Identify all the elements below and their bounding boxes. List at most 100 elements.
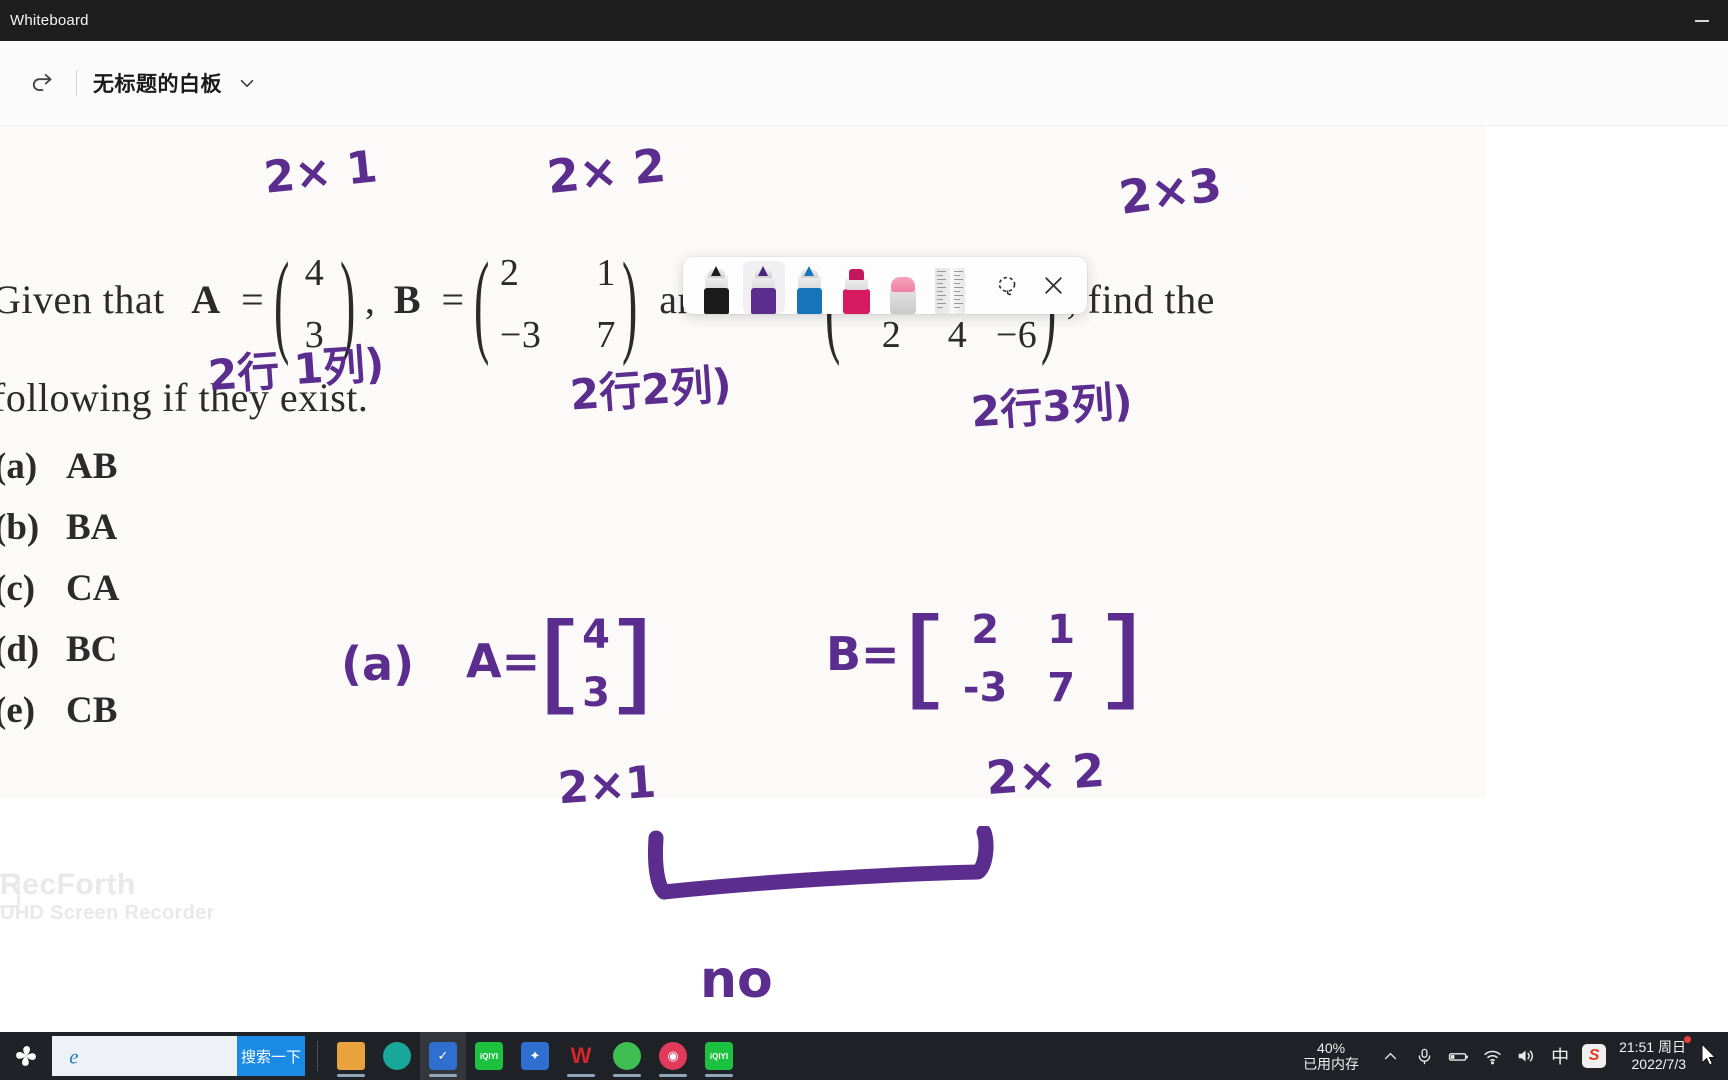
tray-expand-button[interactable] [1373,1032,1407,1080]
wps-icon: W [570,1043,592,1068]
kuaishou-icon: ✦ [521,1042,549,1070]
sogou-icon: S [1582,1044,1607,1068]
matrix-B: ( 2 1 −3 7 ) [474,237,638,368]
wechat-icon [613,1042,641,1070]
taskbar-app-whiteboard[interactable]: ✓ [420,1032,466,1080]
ime-indicator[interactable]: 中 [1543,1032,1577,1080]
list-item-label: (d) [0,629,40,670]
annotation-rowcol-C: 2行3列) [969,376,1135,437]
list-item-expr: BC [66,629,118,670]
start-button[interactable] [0,1042,52,1070]
battery-icon [1448,1052,1468,1061]
matrix-B-label: B [393,277,422,323]
annotation-underbrace-stroke [648,826,994,900]
memory-usage-indicator[interactable]: 40% 已用内存 [1303,1040,1359,1072]
document-title[interactable]: 无标题的白板 [93,68,222,98]
list-item-expr: BA [66,507,118,548]
annotation-dim-A-top: 2× 1 [261,141,380,204]
list-item-expr: CB [66,690,118,731]
taskbar-app-browser-circle[interactable] [374,1032,420,1080]
chevron-up-icon [1384,1052,1396,1059]
clock-date: 2022/7/3 [1631,1056,1687,1072]
list-item-label: (e) [0,690,36,731]
speaker-icon [1518,1050,1534,1062]
taskbar-app-recorder[interactable]: ◉ [650,1032,696,1080]
toolbar-divider [76,70,77,96]
annotation-work-matrix-A: [ 4 3 ] [537,601,656,727]
annotation-dim-C-top: 2×3 [1115,157,1225,225]
notification-dot [1684,1036,1691,1044]
tool-pen-black[interactable] [693,257,740,314]
system-tray: 40% 已用内存 中 S 21:51 周日 2022/7/3 [1303,1032,1728,1080]
tool-highlighter-magenta[interactable] [833,257,880,314]
annotation-work-B-cell-2: -3 [962,665,1008,711]
whiteboard-canvas[interactable]: Given that A = ( 4 3 ) , B = ( 2 1 −3 7 … [0,126,1728,1032]
list-item-label: (b) [0,507,40,548]
matrix-A-cell-0: 4 [304,252,325,294]
search-submit-button[interactable]: 搜索一下 [237,1036,305,1076]
document-toolbar: 无标题的白板 [0,41,1728,126]
tool-pen-blue[interactable] [787,257,834,314]
annotation-dim-B-work: 2× 2 [984,742,1107,806]
tool-pen-purple[interactable] [740,257,787,314]
annotation-rowcol-A: 2行 1列) [206,338,386,401]
minimize-button[interactable] [1676,0,1728,41]
annotation-dim-B-top: 2× 2 [544,137,669,205]
eraser-icon [890,274,917,314]
printed-find-the: , find the [1066,277,1215,323]
annotation-rowcol-B: 2行2列) [568,359,734,420]
wifi-icon [1483,1050,1501,1064]
tool-eraser[interactable] [880,257,927,314]
document-title-menu[interactable] [236,72,258,94]
browser-circle-icon [383,1042,411,1070]
bracket-close-A: ] [606,601,656,727]
memory-usage-value: 40% [1317,1039,1346,1056]
taskbar-app-iqiyi-2[interactable]: iQIYI [696,1032,742,1080]
annotation-note-no: no [700,950,773,1010]
scanned-page-image: Given that A = ( 4 3 ) , B = ( 2 1 −3 7 … [0,126,1486,924]
taskbar-app-wechat[interactable] [604,1032,650,1080]
comma-after-A: , [364,277,376,323]
lasso-select-button[interactable] [984,257,1031,314]
list-item: (a) AB [0,436,119,497]
iqiyi-icon: iQIYI [475,1042,503,1070]
microphone-button[interactable] [1407,1032,1441,1080]
tool-ruler[interactable] [927,257,974,314]
close-toolbar-button[interactable] [1030,257,1077,314]
running-indicator [567,1074,595,1077]
redo-icon [32,73,52,91]
running-indicator [613,1074,641,1077]
clock-datetime[interactable]: 21:51 周日 2022/7/3 [1619,1036,1691,1073]
paren-close-B: ) [621,237,638,368]
minimize-icon [1695,19,1709,22]
taskbar-app-file-explorer[interactable] [328,1032,374,1080]
taskbar-app-iqiyi[interactable]: iQIYI [466,1032,512,1080]
list-item: (b) BA [0,497,119,558]
paren-open-B: ( [474,237,490,368]
pen-toolbar[interactable] [683,257,1087,314]
taskbar-app-wps[interactable]: W [558,1032,604,1080]
taskbar-app-kuaishou[interactable]: ✦ [512,1032,558,1080]
bracket-open-B: [ [901,596,951,722]
recorder-icon: ◉ [659,1042,687,1070]
annotation-work-A-cells: 4 3 [582,606,610,722]
equals-A: = [241,277,265,323]
watermark-title: RecForth [0,868,136,901]
sogou-input-button[interactable]: S [1577,1032,1611,1080]
wifi-button[interactable] [1475,1032,1509,1080]
svg-text:e: e [69,1047,78,1069]
printed-given-that: Given that [0,277,165,323]
microphone-icon [1418,1048,1430,1064]
matrix-B-cells: 2 1 −3 7 [494,242,618,366]
annotation-work-B-cell-0: 2 [971,607,1000,653]
battery-button[interactable] [1441,1032,1475,1080]
list-item-expr: AB [66,446,118,487]
redo-button[interactable] [22,62,64,104]
list-item-label: (c) [0,568,36,609]
window-title-bar: Whiteboard [0,0,1728,41]
bracket-close-B: ] [1095,596,1145,722]
volume-button[interactable] [1509,1032,1543,1080]
running-indicator [705,1074,733,1077]
sogou-start-icon [16,1046,36,1066]
taskbar-search-box[interactable]: e [52,1036,281,1076]
